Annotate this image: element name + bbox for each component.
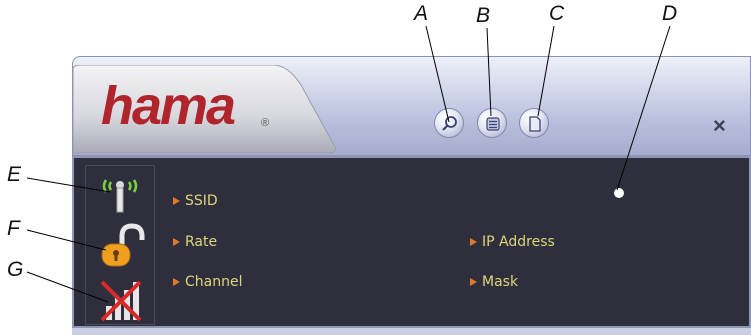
leader-b <box>486 27 492 117</box>
leader-f <box>26 229 107 251</box>
leader-e <box>26 177 111 193</box>
leader-c <box>537 25 555 117</box>
leader-d <box>616 25 671 191</box>
leader-a <box>425 25 450 123</box>
callout-leaders <box>26 25 671 303</box>
leader-g <box>26 271 109 303</box>
